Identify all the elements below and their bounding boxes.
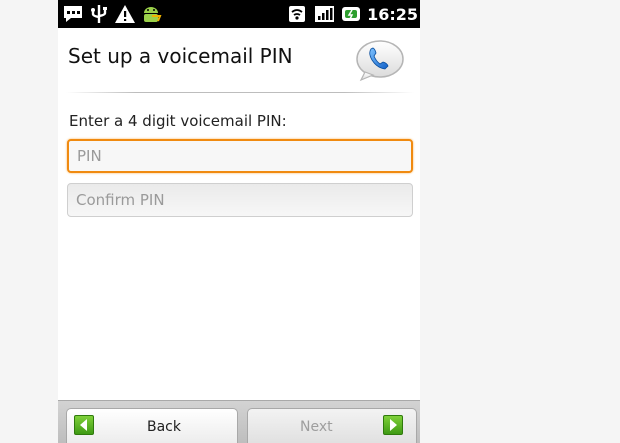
status-bar: 16:25 — [58, 0, 420, 28]
android-icon — [144, 7, 162, 22]
warning-icon — [115, 5, 135, 23]
wifi-icon — [289, 6, 306, 22]
back-button-label: Back — [147, 419, 181, 435]
confirm-pin-input[interactable] — [67, 183, 413, 217]
voicemail-phone-icon — [356, 40, 404, 82]
pin-input[interactable] — [67, 139, 413, 173]
signal-icon — [315, 6, 335, 22]
pin-prompt-label: Enter a 4 digit voicemail PIN: — [69, 112, 287, 130]
next-arrow-icon — [383, 415, 403, 435]
usb-icon — [91, 5, 107, 23]
page-title: Set up a voicemail PIN — [68, 44, 293, 68]
back-arrow-icon — [74, 415, 94, 435]
status-bar-notifications — [62, 3, 162, 25]
chat-notification-icon — [64, 6, 82, 22]
status-bar-time: 16:25 — [367, 4, 418, 24]
back-button[interactable]: Back — [66, 408, 238, 443]
next-button[interactable]: Next — [247, 408, 417, 443]
status-bar-system: 16:25 — [286, 3, 418, 25]
bottom-nav-bar: Back Next — [58, 400, 420, 443]
next-button-label: Next — [300, 419, 333, 435]
phone-screen: 16:25 Set up a voicemail PIN Enter a 4 d… — [58, 0, 420, 443]
battery-icon — [342, 7, 361, 21]
header-divider — [66, 92, 414, 93]
